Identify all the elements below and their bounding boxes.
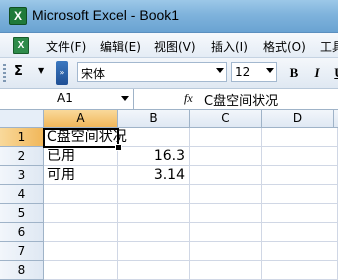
- cell-a2[interactable]: 已用: [44, 147, 118, 166]
- fill-handle[interactable]: [115, 144, 122, 151]
- row-header-4[interactable]: 4: [0, 185, 44, 204]
- chevron-down-icon[interactable]: [121, 96, 129, 101]
- cell-b5[interactable]: [118, 204, 190, 223]
- cell-a6[interactable]: [44, 223, 118, 242]
- cell-c2[interactable]: [190, 147, 262, 166]
- cell-a5[interactable]: [44, 204, 118, 223]
- column-header-b[interactable]: B: [118, 110, 190, 128]
- cell-a8[interactable]: [44, 261, 118, 280]
- row-header-5[interactable]: 5: [0, 204, 44, 223]
- cell-d8[interactable]: [262, 261, 338, 280]
- cell-d4[interactable]: [262, 185, 338, 204]
- cell-d2[interactable]: [262, 147, 338, 166]
- formula-input[interactable]: C盘空间状况: [204, 90, 278, 109]
- cell-a3[interactable]: 可用: [44, 166, 118, 185]
- cell-b8[interactable]: [118, 261, 190, 280]
- cell-c3[interactable]: [190, 166, 262, 185]
- row-header-3[interactable]: 3: [0, 166, 44, 185]
- cell-c6[interactable]: [190, 223, 262, 242]
- select-all-button[interactable]: [0, 110, 44, 128]
- sigma-icon: Σ: [14, 64, 23, 79]
- chevron-down-icon[interactable]: [266, 68, 274, 73]
- autosum-button[interactable]: Σ ▼: [14, 64, 50, 82]
- chevron-down-icon[interactable]: [216, 68, 224, 73]
- cell-c5[interactable]: [190, 204, 262, 223]
- insert-function-icon[interactable]: fx: [184, 91, 193, 106]
- name-box-value: A1: [57, 91, 73, 105]
- font-name-value: 宋体: [81, 67, 106, 81]
- row-header-1[interactable]: 1: [0, 128, 44, 147]
- cell-d7[interactable]: [262, 242, 338, 261]
- cell-d1[interactable]: [262, 128, 338, 147]
- cell-b6[interactable]: [118, 223, 190, 242]
- toolbar-options-button[interactable]: »: [56, 61, 68, 85]
- cell-d5[interactable]: [262, 204, 338, 223]
- menu-tools[interactable]: 工具: [320, 38, 338, 55]
- formula-bar: A1 fx C盘空间状况: [0, 89, 338, 110]
- name-box[interactable]: A1: [0, 89, 134, 109]
- cell-c4[interactable]: [190, 185, 262, 204]
- menu-file[interactable]: 文件(F): [46, 38, 86, 55]
- menu-format[interactable]: 格式(O): [263, 38, 306, 55]
- font-name-select[interactable]: 宋体: [77, 62, 227, 82]
- font-size-value: 12: [235, 65, 251, 79]
- cell-c8[interactable]: [190, 261, 262, 280]
- toolbar-grip[interactable]: [3, 64, 6, 82]
- cell-a7[interactable]: [44, 242, 118, 261]
- menu-edit[interactable]: 编辑(E): [100, 38, 141, 55]
- window-title: Microsoft Excel - Book1: [32, 7, 180, 23]
- row-header-7[interactable]: 7: [0, 242, 44, 261]
- worksheet-grid: A B C D 1 2 3 4 5 6 7 8 C盘空间状况 已用 16.3 可…: [0, 110, 338, 280]
- menu-insert[interactable]: 插入(I): [211, 38, 248, 55]
- workbook-icon[interactable]: X: [13, 37, 29, 54]
- italic-button[interactable]: I: [308, 64, 326, 82]
- formatting-toolbar: Σ ▼ » 宋体 12 B I U: [0, 58, 338, 89]
- cell-b4[interactable]: [118, 185, 190, 204]
- cell-b1[interactable]: [118, 128, 190, 147]
- cell-a1[interactable]: C盘空间状况: [44, 128, 127, 147]
- underline-button[interactable]: U: [330, 64, 338, 82]
- cell-b7[interactable]: [118, 242, 190, 261]
- excel-icon[interactable]: X: [9, 7, 27, 25]
- cell-b3[interactable]: 3.14: [118, 166, 190, 185]
- row-header-6[interactable]: 6: [0, 223, 44, 242]
- row-header-8[interactable]: 8: [0, 261, 44, 280]
- column-header-e[interactable]: [334, 110, 338, 128]
- row-header-2[interactable]: 2: [0, 147, 44, 166]
- column-header-a[interactable]: A: [44, 110, 118, 128]
- column-header-d[interactable]: D: [262, 110, 334, 128]
- cell-d3[interactable]: [262, 166, 338, 185]
- cell-c7[interactable]: [190, 242, 262, 261]
- column-header-c[interactable]: C: [190, 110, 262, 128]
- title-bar: X Microsoft Excel - Book1: [0, 0, 338, 33]
- cell-a4[interactable]: [44, 185, 118, 204]
- cell-c1[interactable]: [190, 128, 262, 147]
- cell-b2[interactable]: 16.3: [118, 147, 190, 166]
- chevron-down-icon: ▼: [38, 66, 45, 75]
- cell-d6[interactable]: [262, 223, 338, 242]
- font-size-select[interactable]: 12: [231, 62, 277, 82]
- menu-view[interactable]: 视图(V): [154, 38, 196, 55]
- bold-button[interactable]: B: [285, 64, 303, 82]
- menu-bar: X 文件(F) 编辑(E) 视图(V) 插入(I) 格式(O) 工具: [0, 33, 338, 58]
